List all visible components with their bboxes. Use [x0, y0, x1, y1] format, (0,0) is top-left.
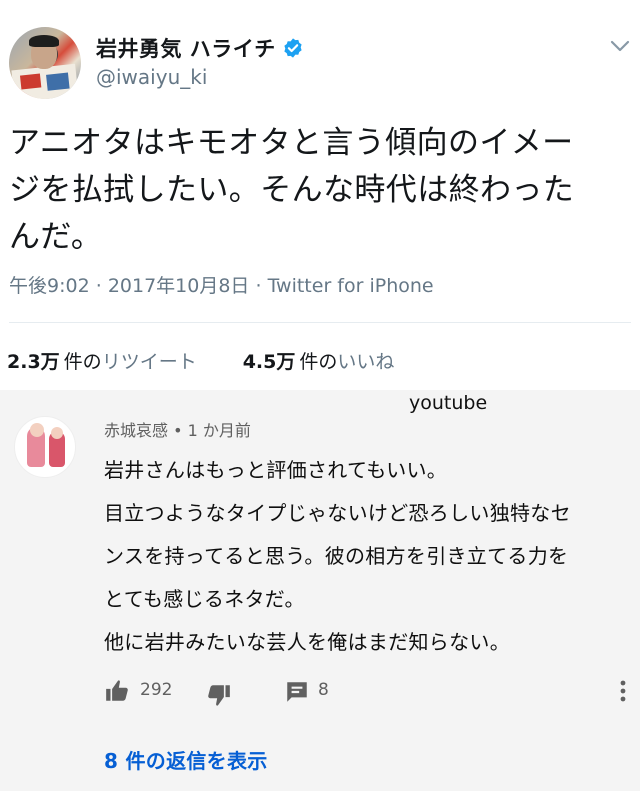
like-label: いいね — [337, 351, 395, 373]
more-vertical-icon[interactable] — [616, 678, 630, 704]
retweet-stat[interactable]: 2.3万 件の リツイート — [7, 347, 197, 374]
comment-author-row: 赤城哀感 • 1 か月前 — [104, 417, 251, 441]
meta-separator: · — [255, 275, 262, 297]
avatar-figure — [27, 423, 45, 467]
comment-line: 他に岩井みたいな芸人を俺はまだ知らない。 — [104, 630, 510, 654]
like-stat[interactable]: 4.5万 件の いいね — [243, 347, 395, 374]
tweet-author-name-row[interactable]: 岩井勇気 ハライチ — [96, 33, 304, 63]
view-replies-button[interactable]: 8 件の返信を表示 — [104, 745, 268, 774]
meta-separator: · — [95, 275, 102, 297]
tweet-time[interactable]: 午後9:02 — [9, 275, 90, 297]
comment-actions: 292 8 — [104, 678, 626, 708]
retweet-label: リツイート — [101, 351, 197, 373]
avatar-figure — [49, 427, 65, 467]
comment-bullet: • — [173, 421, 183, 440]
thumbs-up-icon[interactable] — [104, 678, 130, 704]
verified-badge-icon — [284, 38, 302, 58]
tweet-text-line: アニオタはキモオタと言う傾向のイメー — [9, 125, 574, 161]
tweet-divider — [9, 322, 631, 323]
tweet-stats: 2.3万 件の リツイート 4.5万 件の いいね — [7, 347, 394, 374]
comment-text: 岩井さんはもっと評価されてもいい。 目立つようなタイプじゃないけど恐ろしい独特な… — [104, 449, 624, 664]
tweet-handle[interactable]: @iwaiyu_ki — [96, 65, 207, 89]
comment-line: とても感じるネタだ。 — [104, 587, 305, 611]
tweet-author-avatar[interactable] — [9, 27, 81, 99]
commenter-avatar[interactable] — [14, 416, 76, 478]
tweet-text-line: んだ。 — [9, 219, 103, 255]
comment-line: ンスを持ってると思う。彼の相方を引き立てる力を — [104, 544, 569, 568]
comment-time: 1 か月前 — [187, 421, 251, 440]
tweet-card: 岩井勇気 ハライチ @iwaiyu_ki アニオタはキモオタと言う傾向のイメー … — [0, 0, 640, 390]
tweet-display-name[interactable]: 岩井勇気 ハライチ — [96, 33, 276, 63]
tweet-text-line: ジを払拭したい。そんな時代は終わった — [9, 172, 575, 208]
tweet-text: アニオタはキモオタと言う傾向のイメー ジを払拭したい。そんな時代は終わった んだ… — [9, 120, 629, 261]
like-count: 4.5万 — [242, 351, 296, 373]
tweet-date[interactable]: 2017年10月8日 — [108, 275, 250, 297]
retweet-unit: 件の — [63, 351, 102, 373]
chevron-down-icon[interactable] — [609, 38, 631, 54]
youtube-comment-card: youtube 赤城哀感 • 1 か月前 岩井さんはもっと評価されてもいい。 目… — [0, 390, 640, 791]
comment-like-count: 292 — [140, 680, 173, 700]
avatar-newspaper — [11, 63, 79, 99]
comment-line: 岩井さんはもっと評価されてもいい。 — [104, 458, 448, 482]
youtube-source-label: youtube — [409, 392, 488, 414]
like-unit: 件の — [299, 351, 338, 373]
avatar-hair — [29, 35, 59, 47]
retweet-count: 2.3万 — [7, 351, 60, 373]
comment-icon[interactable] — [284, 679, 310, 705]
thumbs-down-icon[interactable] — [206, 682, 232, 708]
tweet-meta: 午後9:02 · 2017年10月8日 · Twitter for iPhone — [9, 271, 434, 298]
comment-reply-count: 8 — [318, 680, 329, 700]
tweet-client[interactable]: Twitter for iPhone — [268, 275, 434, 297]
comment-line: 目立つようなタイプじゃないけど恐ろしい独特なセ — [104, 501, 571, 525]
comment-author[interactable]: 赤城哀感 — [104, 421, 168, 440]
